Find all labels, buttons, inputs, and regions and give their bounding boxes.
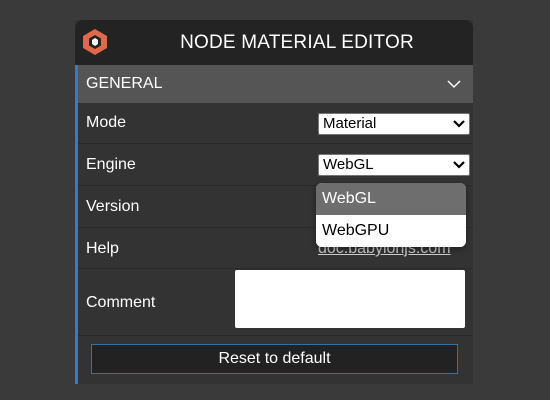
chevron-down-icon[interactable] bbox=[447, 77, 461, 91]
mode-select-value: Material bbox=[323, 115, 377, 132]
engine-row: Engine WebGL bbox=[78, 144, 473, 186]
comment-label: Comment bbox=[86, 294, 156, 311]
panel-title: NODE MATERIAL EDITOR bbox=[180, 32, 414, 53]
section-title: GENERAL bbox=[86, 75, 163, 92]
dropdown-option-webgl[interactable]: WebGL bbox=[316, 183, 466, 215]
dropdown-option-webgpu[interactable]: WebGPU bbox=[316, 215, 466, 247]
engine-select-value: WebGL bbox=[323, 156, 374, 173]
chevron-down-icon bbox=[453, 161, 465, 169]
chevron-down-icon bbox=[453, 120, 465, 128]
version-label: Version bbox=[86, 198, 140, 215]
help-label: Help bbox=[86, 240, 119, 257]
mode-row: Mode Material bbox=[78, 103, 473, 144]
panel-header: NODE MATERIAL EDITOR bbox=[75, 20, 473, 65]
engine-select[interactable]: WebGL bbox=[318, 154, 470, 176]
comment-textarea[interactable] bbox=[235, 270, 465, 328]
mode-select[interactable]: Material bbox=[318, 113, 470, 135]
mode-label: Mode bbox=[86, 114, 127, 131]
section-general-header[interactable]: GENERAL bbox=[78, 65, 473, 103]
babylon-logo-icon bbox=[83, 29, 107, 55]
engine-label: Engine bbox=[86, 156, 136, 173]
reset-to-default-button[interactable]: Reset to default bbox=[91, 344, 458, 374]
engine-dropdown-list: WebGL WebGPU bbox=[316, 183, 466, 247]
